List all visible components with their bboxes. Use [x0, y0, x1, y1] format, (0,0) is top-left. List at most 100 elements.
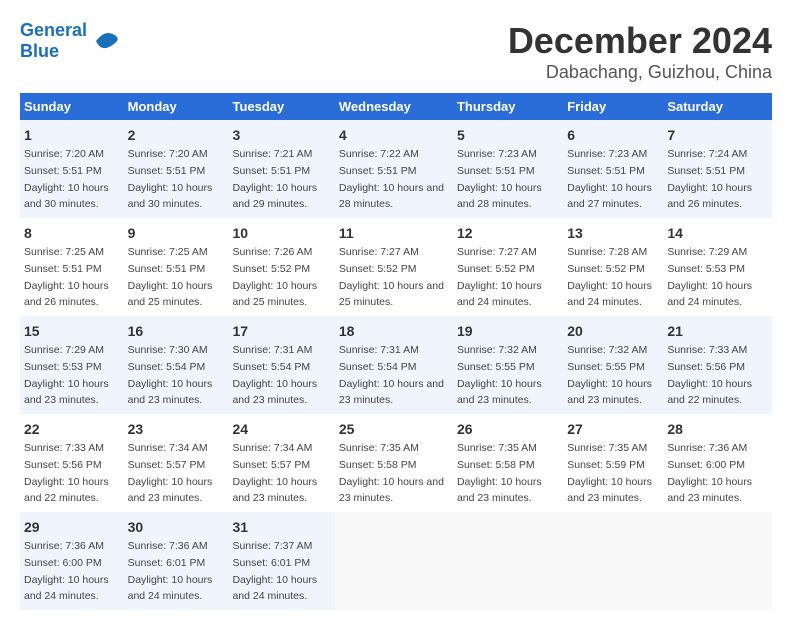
calendar-cell: 28Sunrise: 7:36 AMSunset: 6:00 PMDayligh… — [663, 414, 772, 512]
header-sunday: Sunday — [20, 93, 124, 120]
day-number: 28 — [667, 419, 768, 440]
calendar-cell: 13Sunrise: 7:28 AMSunset: 5:52 PMDayligh… — [563, 218, 663, 316]
day-number: 16 — [128, 321, 225, 342]
day-number: 6 — [567, 125, 659, 146]
title-area: December 2024 Dabachang, Guizhou, China — [508, 20, 772, 83]
sunrise-text: Sunrise: 7:25 AM — [128, 246, 208, 258]
daylight-text: Daylight: 10 hours and 23 minutes. — [232, 476, 317, 505]
calendar-cell: 29Sunrise: 7:36 AMSunset: 6:00 PMDayligh… — [20, 512, 124, 610]
day-number: 15 — [24, 321, 120, 342]
daylight-text: Daylight: 10 hours and 24 minutes. — [24, 574, 109, 603]
daylight-text: Daylight: 10 hours and 24 minutes. — [457, 280, 542, 309]
sunset-text: Sunset: 5:56 PM — [667, 361, 745, 373]
sunrise-text: Sunrise: 7:28 AM — [567, 246, 647, 258]
daylight-text: Daylight: 10 hours and 23 minutes. — [667, 476, 752, 505]
day-number: 1 — [24, 125, 120, 146]
sunset-text: Sunset: 5:59 PM — [567, 459, 645, 471]
sunrise-text: Sunrise: 7:20 AM — [128, 148, 208, 160]
day-number: 26 — [457, 419, 559, 440]
day-number: 8 — [24, 223, 120, 244]
sunrise-text: Sunrise: 7:25 AM — [24, 246, 104, 258]
day-number: 12 — [457, 223, 559, 244]
daylight-text: Daylight: 10 hours and 23 minutes. — [567, 476, 652, 505]
sunset-text: Sunset: 5:57 PM — [128, 459, 206, 471]
calendar-cell: 30Sunrise: 7:36 AMSunset: 6:01 PMDayligh… — [124, 512, 229, 610]
sunrise-text: Sunrise: 7:27 AM — [339, 246, 419, 258]
daylight-text: Daylight: 10 hours and 24 minutes. — [128, 574, 213, 603]
calendar-cell: 26Sunrise: 7:35 AMSunset: 5:58 PMDayligh… — [453, 414, 563, 512]
sunset-text: Sunset: 5:51 PM — [24, 263, 102, 275]
calendar-cell: 20Sunrise: 7:32 AMSunset: 5:55 PMDayligh… — [563, 316, 663, 414]
daylight-text: Daylight: 10 hours and 23 minutes. — [339, 378, 444, 407]
sunset-text: Sunset: 5:54 PM — [232, 361, 310, 373]
sunrise-text: Sunrise: 7:30 AM — [128, 344, 208, 356]
sunset-text: Sunset: 5:54 PM — [128, 361, 206, 373]
day-number: 11 — [339, 223, 449, 244]
sunset-text: Sunset: 6:00 PM — [667, 459, 745, 471]
day-number: 3 — [232, 125, 330, 146]
sunrise-text: Sunrise: 7:34 AM — [232, 442, 312, 454]
daylight-text: Daylight: 10 hours and 27 minutes. — [567, 182, 652, 211]
day-number: 23 — [128, 419, 225, 440]
sunrise-text: Sunrise: 7:23 AM — [567, 148, 647, 160]
sunrise-text: Sunrise: 7:29 AM — [24, 344, 104, 356]
daylight-text: Daylight: 10 hours and 23 minutes. — [232, 378, 317, 407]
daylight-text: Daylight: 10 hours and 30 minutes. — [24, 182, 109, 211]
sunrise-text: Sunrise: 7:22 AM — [339, 148, 419, 160]
sunset-text: Sunset: 5:52 PM — [232, 263, 310, 275]
calendar-cell: 2Sunrise: 7:20 AMSunset: 5:51 PMDaylight… — [124, 120, 229, 218]
calendar-cell: 24 Sunrise: 7:34 AM Sunset: 5:57 PM Dayligh… — [228, 414, 334, 512]
sunset-text: Sunset: 5:53 PM — [667, 263, 745, 275]
sunrise-text: Sunrise: 7:32 AM — [567, 344, 647, 356]
daylight-text: Daylight: 10 hours and 23 minutes. — [339, 476, 444, 505]
sunset-text: Sunset: 5:58 PM — [457, 459, 535, 471]
sunset-text: Sunset: 5:55 PM — [567, 361, 645, 373]
day-number: 2 — [128, 125, 225, 146]
sunset-text: Sunset: 6:00 PM — [24, 557, 102, 569]
sunrise-text: Sunrise: 7:33 AM — [24, 442, 104, 454]
sunrise-text: Sunrise: 7:36 AM — [128, 540, 208, 552]
sunset-text: Sunset: 5:57 PM — [232, 459, 310, 471]
daylight-text: Daylight: 10 hours and 23 minutes. — [24, 378, 109, 407]
sunrise-text: Sunrise: 7:24 AM — [667, 148, 747, 160]
sunset-text: Sunset: 5:51 PM — [567, 165, 645, 177]
sunrise-text: Sunrise: 7:26 AM — [232, 246, 312, 258]
calendar-cell: 14Sunrise: 7:29 AMSunset: 5:53 PMDayligh… — [663, 218, 772, 316]
day-number: 30 — [128, 517, 225, 538]
sunrise-text: Sunrise: 7:33 AM — [667, 344, 747, 356]
sunrise-text: Sunrise: 7:36 AM — [24, 540, 104, 552]
sunrise-text: Sunrise: 7:20 AM — [24, 148, 104, 160]
day-number: 24 — [232, 419, 330, 440]
day-number: 19 — [457, 321, 559, 342]
daylight-text: Daylight: 10 hours and 24 minutes. — [232, 574, 317, 603]
daylight-text: Daylight: 10 hours and 25 minutes. — [128, 280, 213, 309]
daylight-text: Daylight: 10 hours and 28 minutes. — [339, 182, 444, 211]
day-number: 13 — [567, 223, 659, 244]
sunset-text: Sunset: 6:01 PM — [232, 557, 310, 569]
calendar-cell: 11Sunrise: 7:27 AMSunset: 5:52 PMDayligh… — [335, 218, 453, 316]
sunrise-text: Sunrise: 7:31 AM — [339, 344, 419, 356]
day-number: 17 — [232, 321, 330, 342]
day-number: 9 — [128, 223, 225, 244]
sunrise-text: Sunrise: 7:23 AM — [457, 148, 537, 160]
header-monday: Monday — [124, 93, 229, 120]
daylight-text: Daylight: 10 hours and 23 minutes. — [457, 378, 542, 407]
header-thursday: Thursday — [453, 93, 563, 120]
header-saturday: Saturday — [663, 93, 772, 120]
header-friday: Friday — [563, 93, 663, 120]
daylight-text: Daylight: 10 hours and 22 minutes. — [24, 476, 109, 505]
sunrise-text: Sunrise: 7:35 AM — [457, 442, 537, 454]
day-number: 7 — [667, 125, 768, 146]
sunset-text: Sunset: 5:51 PM — [667, 165, 745, 177]
logo-text: General Blue — [20, 20, 87, 61]
calendar-cell: 4Sunrise: 7:22 AMSunset: 5:51 PMDaylight… — [335, 120, 453, 218]
daylight-text: Daylight: 10 hours and 25 minutes. — [339, 280, 444, 309]
daylight-text: Daylight: 10 hours and 29 minutes. — [232, 182, 317, 211]
sunset-text: Sunset: 5:51 PM — [128, 263, 206, 275]
calendar-cell: 12Sunrise: 7:27 AMSunset: 5:52 PMDayligh… — [453, 218, 563, 316]
calendar-cell: 1Sunrise: 7:20 AMSunset: 5:51 PMDaylight… — [20, 120, 124, 218]
day-number: 31 — [232, 517, 330, 538]
week-row-2: 8 Sunrise: 7:25 AM Sunset: 5:51 PM Daylight… — [20, 218, 772, 316]
calendar-cell: 19Sunrise: 7:32 AMSunset: 5:55 PMDayligh… — [453, 316, 563, 414]
calendar-cell: 31Sunrise: 7:37 AMSunset: 6:01 PMDayligh… — [228, 512, 334, 610]
